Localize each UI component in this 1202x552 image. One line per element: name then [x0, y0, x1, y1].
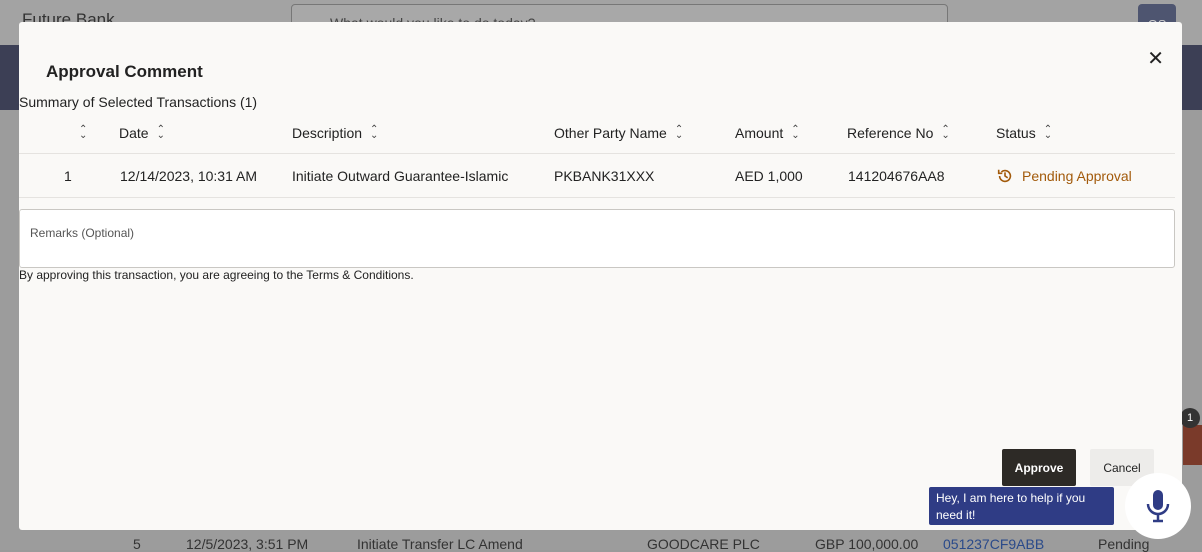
- column-header-index[interactable]: ⌃ ⌄: [71, 112, 87, 153]
- notification-badge: 1: [1180, 408, 1200, 428]
- voice-assistant-button[interactable]: [1125, 473, 1191, 539]
- remarks-label: Remarks (Optional): [30, 226, 135, 240]
- table-row: 1 12/14/2023, 10:31 AM Initiate Outward …: [19, 155, 1175, 198]
- sort-icon[interactable]: ⌃ ⌄: [1044, 124, 1052, 140]
- approve-button[interactable]: Approve: [1002, 449, 1076, 486]
- column-header-description[interactable]: Description ⌃ ⌄: [292, 112, 378, 153]
- table-header: ⌃ ⌄ Date ⌃ ⌄ Description ⌃ ⌄ Other Party Name…: [19, 112, 1175, 154]
- column-header-amount[interactable]: Amount ⌃ ⌄: [735, 112, 800, 153]
- summary-label: Summary of Selected Transactions (1): [19, 94, 258, 110]
- sort-icon[interactable]: ⌃ ⌄: [79, 124, 87, 140]
- side-tab: [1183, 425, 1202, 465]
- background-table-row: 5 12/5/2023, 3:51 PM Initiate Transfer L…: [0, 536, 1202, 552]
- microphone-icon: [1146, 490, 1170, 523]
- sort-icon[interactable]: ⌃ ⌄: [157, 124, 165, 140]
- row-status: Pending Approval: [996, 155, 1132, 197]
- sort-icon[interactable]: ⌃ ⌄: [675, 124, 683, 140]
- row-index: 1: [64, 168, 72, 184]
- sort-icon[interactable]: ⌃ ⌄: [370, 124, 378, 140]
- row-amount: AED 1,000: [735, 168, 803, 184]
- row-date: 12/14/2023, 10:31 AM: [120, 168, 257, 184]
- history-icon: [997, 169, 1012, 183]
- terms-text: By approving this transaction, you are a…: [19, 268, 414, 282]
- column-header-date[interactable]: Date ⌃ ⌄: [119, 112, 165, 153]
- sort-icon[interactable]: ⌃ ⌄: [791, 124, 799, 140]
- close-icon[interactable]: ✕: [1147, 46, 1164, 71]
- row-other-party: PKBANK31XXX: [554, 168, 655, 184]
- assistant-message: Hey, I am here to help if you need it!: [929, 487, 1114, 525]
- column-header-status[interactable]: Status ⌃ ⌄: [996, 112, 1052, 153]
- column-header-other-party[interactable]: Other Party Name ⌃ ⌄: [554, 112, 683, 153]
- status-text: Pending Approval: [1022, 168, 1132, 184]
- sort-icon[interactable]: ⌃ ⌄: [941, 124, 949, 140]
- column-header-reference[interactable]: Reference No ⌃ ⌄: [847, 112, 950, 153]
- row-reference: 141204676AA8: [848, 168, 945, 184]
- approval-comment-modal: Approval Comment ✕ Summary of Selected T…: [19, 22, 1182, 530]
- row-description: Initiate Outward Guarantee-Islamic: [292, 168, 509, 184]
- modal-title: Approval Comment: [46, 62, 203, 81]
- remarks-input[interactable]: Remarks (Optional): [19, 209, 1175, 268]
